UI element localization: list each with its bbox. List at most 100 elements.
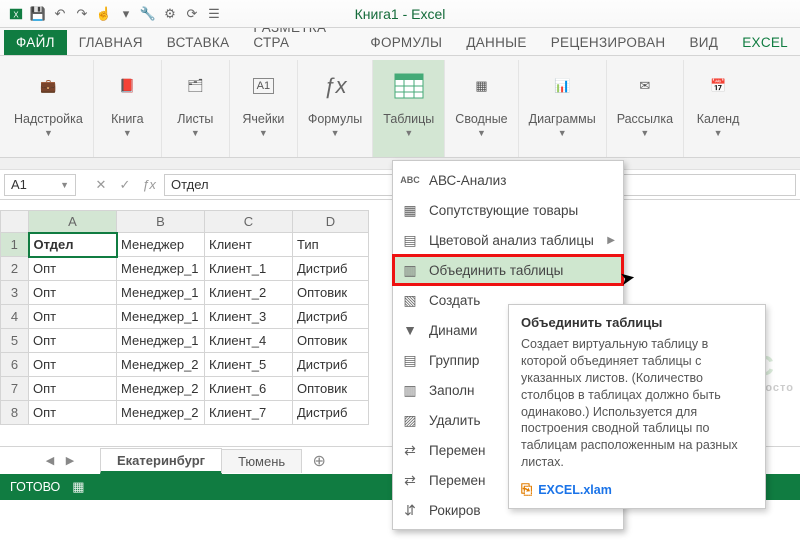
- cell[interactable]: Клиент_3: [205, 305, 293, 329]
- cell[interactable]: Клиент_7: [205, 401, 293, 425]
- cell[interactable]: Менеджер_2: [117, 401, 205, 425]
- cell[interactable]: Отдел: [29, 233, 117, 257]
- sheets-icon: 🗂: [177, 68, 213, 104]
- excel-app-icon[interactable]: X: [6, 4, 26, 24]
- col-header-D[interactable]: D: [293, 211, 369, 233]
- save-icon[interactable]: 💾: [28, 4, 48, 24]
- cell[interactable]: Опт: [29, 353, 117, 377]
- enter-formula-icon[interactable]: ✓: [114, 174, 136, 196]
- tab-formulas[interactable]: ФОРМУЛЫ: [358, 30, 454, 55]
- cell[interactable]: Дистриб: [293, 401, 369, 425]
- ribbon-sheets[interactable]: 🗂Листы▼: [162, 60, 230, 157]
- cell[interactable]: Тип: [293, 233, 369, 257]
- tooltip-help-link[interactable]: ⎘EXCEL.xlam: [521, 481, 753, 498]
- cell[interactable]: Менеджер_1: [117, 305, 205, 329]
- rows-icon[interactable]: ☰: [204, 4, 224, 24]
- new-icon: ▧: [401, 292, 419, 309]
- cell[interactable]: Опт: [29, 257, 117, 281]
- row-header[interactable]: 4: [1, 305, 29, 329]
- cell[interactable]: Клиент_1: [205, 257, 293, 281]
- tab-insert[interactable]: ВСТАВКА: [155, 30, 242, 55]
- customize-icon[interactable]: ▾: [116, 4, 136, 24]
- name-box[interactable]: A1▼: [4, 174, 76, 196]
- sheet-tab[interactable]: Екатеринбург: [100, 448, 222, 474]
- title-bar: X 💾 ↶ ↷ ☝ ▾ 🔧 ⚙ ⟳ ☰ Книга1 - Excel: [0, 0, 800, 28]
- insert-function-icon[interactable]: ƒx: [138, 174, 160, 196]
- cell[interactable]: Менеджер_2: [117, 377, 205, 401]
- cell[interactable]: Клиент_4: [205, 329, 293, 353]
- cell[interactable]: Менеджер_2: [117, 353, 205, 377]
- move-icon: ⇄: [401, 472, 419, 489]
- tab-view[interactable]: ВИД: [677, 30, 730, 55]
- tab-home[interactable]: ГЛАВНАЯ: [67, 30, 155, 55]
- menu-color-analysis[interactable]: ▤Цветовой анализ таблицы▶: [393, 225, 623, 255]
- col-header-A[interactable]: A: [29, 211, 117, 233]
- cell[interactable]: Опт: [29, 401, 117, 425]
- cell[interactable]: Оптовик: [293, 329, 369, 353]
- cell[interactable]: Менеджер: [117, 233, 205, 257]
- row-header[interactable]: 3: [1, 281, 29, 305]
- ribbon-addin[interactable]: 💼Надстройка▼: [4, 60, 94, 157]
- row-header[interactable]: 7: [1, 377, 29, 401]
- cell[interactable]: Дистриб: [293, 257, 369, 281]
- cell[interactable]: Менеджер_1: [117, 281, 205, 305]
- ribbon-charts[interactable]: 📊Диаграммы▼: [519, 60, 607, 157]
- cell[interactable]: Менеджер_1: [117, 329, 205, 353]
- col-header-C[interactable]: C: [205, 211, 293, 233]
- cell[interactable]: Дистриб: [293, 353, 369, 377]
- menu-merge-tables[interactable]: ▥Объединить таблицы: [393, 255, 623, 285]
- ribbon-pivot[interactable]: ▦Сводные▼: [445, 60, 518, 157]
- add-sheet-button[interactable]: ⊕: [307, 451, 331, 471]
- cells-icon: A1: [245, 68, 281, 104]
- redo-icon[interactable]: ↷: [72, 4, 92, 24]
- menu-abc-analysis[interactable]: ABCАВС-Анализ: [393, 165, 623, 195]
- ribbon-book[interactable]: 📕Книга▼: [94, 60, 162, 157]
- cell[interactable]: Оптовик: [293, 281, 369, 305]
- tab-review[interactable]: РЕЦЕНЗИРОВАН: [539, 30, 678, 55]
- tab-data[interactable]: ДАННЫЕ: [454, 30, 538, 55]
- cell[interactable]: Опт: [29, 329, 117, 353]
- mail-icon: ✉: [627, 68, 663, 104]
- status-text: ГОТОВО: [10, 480, 60, 494]
- cancel-formula-icon[interactable]: ✕: [90, 174, 112, 196]
- ribbon-tables[interactable]: Таблицы▼: [373, 60, 445, 157]
- select-all-corner[interactable]: [1, 211, 29, 233]
- refresh-icon[interactable]: ⟳: [182, 4, 202, 24]
- undo-icon[interactable]: ↶: [50, 4, 70, 24]
- sheet-tab[interactable]: Тюмень: [221, 449, 302, 473]
- tooltip: Объединить таблицы Создает виртуальную т…: [508, 304, 766, 509]
- cell[interactable]: Опт: [29, 281, 117, 305]
- cell[interactable]: Опт: [29, 305, 117, 329]
- cell[interactable]: Клиент: [205, 233, 293, 257]
- cell[interactable]: Дистриб: [293, 305, 369, 329]
- cell[interactable]: Клиент_6: [205, 377, 293, 401]
- ribbon-calendar[interactable]: 📅Календ▼: [684, 60, 752, 157]
- fill-icon: ▥: [401, 382, 419, 399]
- col-header-B[interactable]: B: [117, 211, 205, 233]
- row-header[interactable]: 1: [1, 233, 29, 257]
- row-header[interactable]: 6: [1, 353, 29, 377]
- cell[interactable]: Клиент_2: [205, 281, 293, 305]
- move-icon: ⇄: [401, 442, 419, 459]
- cell[interactable]: Опт: [29, 377, 117, 401]
- menu-related-goods[interactable]: ▦Сопутствующие товары: [393, 195, 623, 225]
- cell[interactable]: Клиент_5: [205, 353, 293, 377]
- row-header[interactable]: 2: [1, 257, 29, 281]
- swap-icon: ⇵: [401, 502, 419, 519]
- wrench-icon[interactable]: 🔧: [138, 4, 158, 24]
- row-header[interactable]: 5: [1, 329, 29, 353]
- book-icon: 📕: [109, 68, 145, 104]
- cell[interactable]: Оптовик: [293, 377, 369, 401]
- sheet-nav-next[interactable]: ▶: [60, 454, 80, 467]
- cell[interactable]: Менеджер_1: [117, 257, 205, 281]
- macro-record-icon[interactable]: ▦: [72, 479, 84, 495]
- tab-file[interactable]: ФАЙЛ: [4, 30, 67, 55]
- touch-icon[interactable]: ☝: [94, 4, 114, 24]
- ribbon-formulas[interactable]: ƒxФормулы▼: [298, 60, 373, 157]
- tab-excel-addin[interactable]: EXCEL: [730, 30, 800, 55]
- ribbon-cells[interactable]: A1Ячейки▼: [230, 60, 298, 157]
- gear-icon[interactable]: ⚙: [160, 4, 180, 24]
- row-header[interactable]: 8: [1, 401, 29, 425]
- sheet-nav-prev[interactable]: ◀: [40, 454, 60, 467]
- ribbon-mail[interactable]: ✉Рассылка▼: [607, 60, 684, 157]
